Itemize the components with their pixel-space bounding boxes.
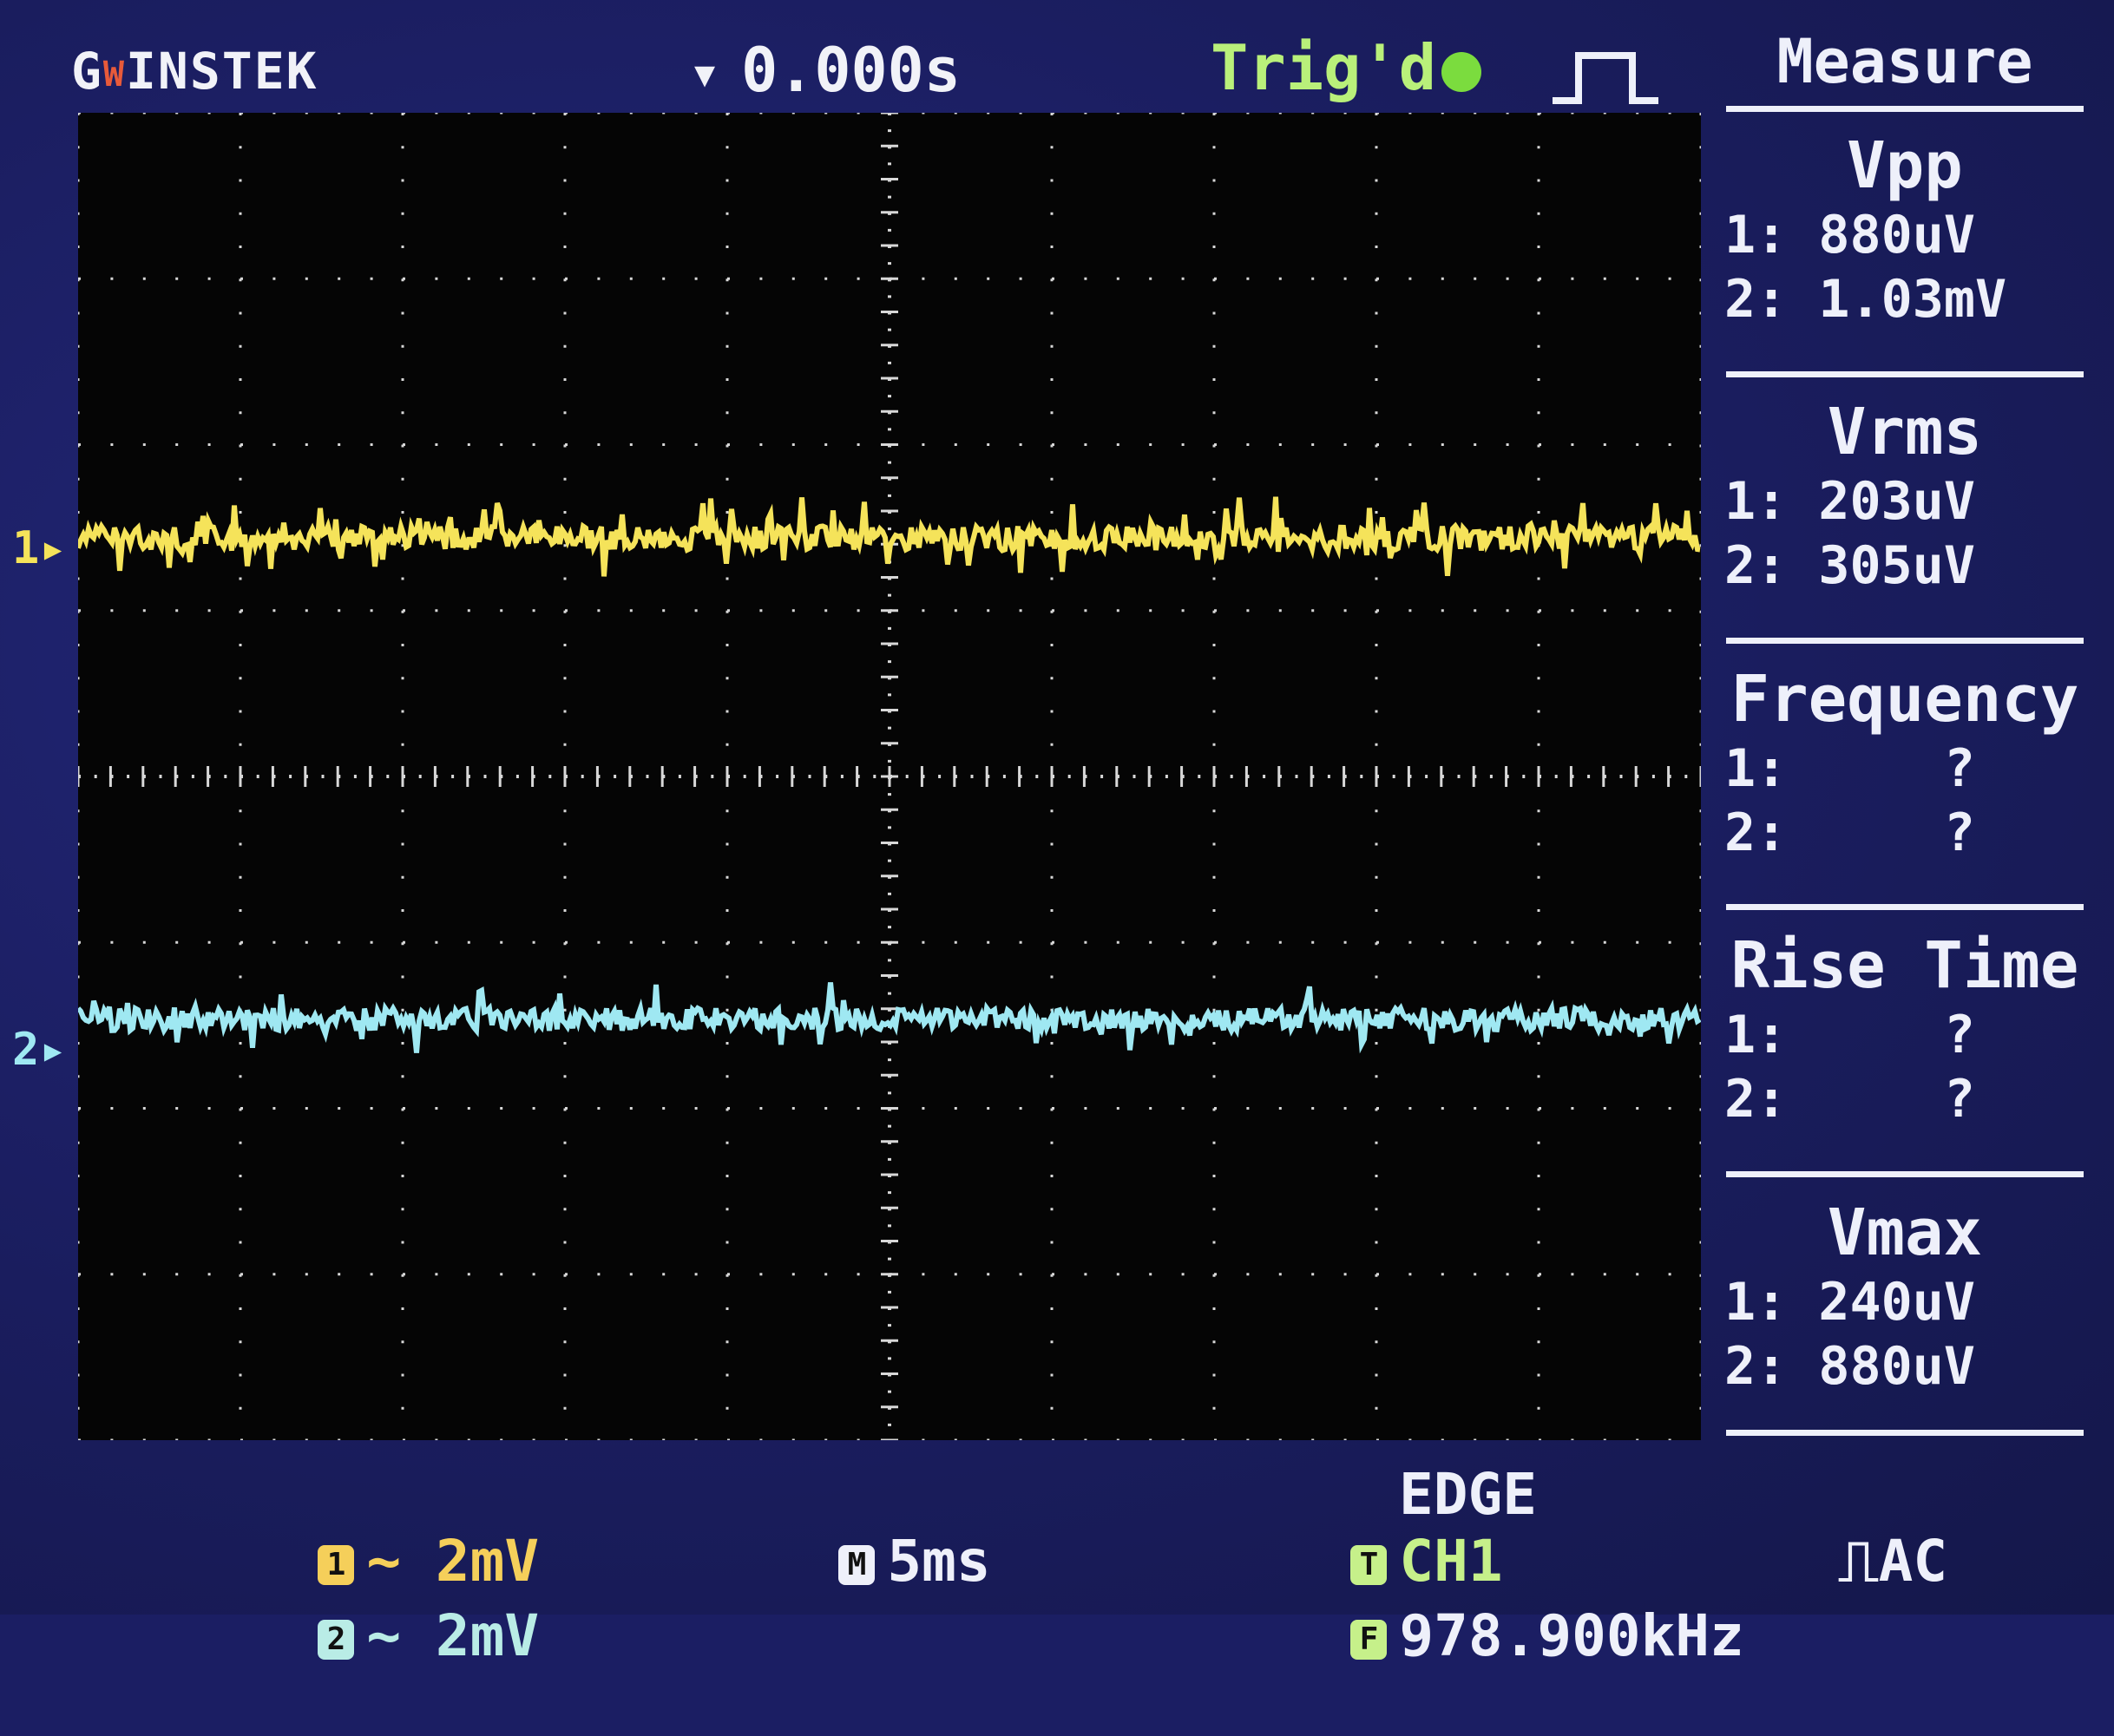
measure-item-vpp[interactable]: Vpp 1: 880uV 2: 1.03mV [1723,128,2087,331]
timebase-readout: M 5ms [632,1461,991,1661]
trigger-type-readout: EDGE [1399,1461,1537,1528]
trigger-frequency-readout: F 978.900kHz [1144,1536,1744,1736]
ch2-ground-marker[interactable]: 2▸ [12,1024,67,1076]
measure-ch1-value: 1: 240uV [1724,1272,1975,1333]
measure-name: Rise Time [1730,928,2079,1003]
measure-ch1-value: 1: 880uV [1724,205,1975,265]
measure-name: Vrms [1827,395,1983,469]
bottom-status-bar: 1 ~ 2mV 2 ~ 2mV M 5ms T CH1 EDGE ⎍AC F 978.90… [0,1449,2114,1669]
measure-item-vmax[interactable]: Vmax 1: 240uV 2: 880uV [1723,1196,2087,1399]
ch1-waveform [78,496,1701,577]
ch2-badge-icon: 2 [318,1619,355,1660]
top-status-bar: GWINSTEK ▼ 0.000s Trig'd [0,0,1718,113]
frequency-badge-icon: F [1350,1619,1388,1660]
divider [1726,904,2084,910]
measure-ch2-value: 2: 880uV [1724,1336,1975,1397]
measure-ch2-value: 2: 1.03mV [1724,269,2007,330]
trigger-position-icon: ▼ [694,54,716,95]
ch2-scale-readout: 2 ~ 2mV [111,1536,539,1736]
measure-title: Measure [1776,26,2033,97]
waveforms [78,496,1701,1054]
measure-item-frequency[interactable]: Frequency 1: ? 2: ? [1723,662,2087,865]
measure-item-rise-time[interactable]: Rise Time 1: ? 2: ? [1723,928,2087,1131]
measure-ch1-value: 1: 203uV [1724,471,1975,532]
measure-ch1-value: 1: ? [1724,1005,1975,1065]
divider [1726,638,2084,644]
measure-name: Frequency [1730,662,2079,737]
measure-item-vrms[interactable]: Vrms 1: 203uV 2: 305uV [1723,395,2087,598]
ch2-waveform [78,982,1701,1054]
measure-ch1-value: 1: ? [1724,738,1975,799]
divider [1726,106,2084,112]
measure-ch2-value: 2: ? [1724,802,1975,863]
waveform-display [78,113,1701,1440]
measure-name: Vmax [1827,1196,1983,1270]
rising-edge-icon: ⎍ [1838,1528,1879,1595]
divider [1726,1430,2084,1436]
measure-panel: Measure Vpp 1: 880uV 2: 1.03mV Vrms 1: 2… [1723,26,2087,1449]
brand-mark-icon: W [102,54,127,95]
measure-ch2-value: 2: ? [1724,1069,1975,1130]
oscilloscope-screen: GWINSTEK ▼ 0.000s Trig'd 1▸ 2▸ Measure Vp… [0,0,2114,1669]
pulse-waveform-icon [1553,52,1658,104]
brand-logo: GWINSTEK [71,42,318,101]
divider [1726,371,2084,377]
trigger-status-led-icon [1441,52,1482,93]
trigger-status: Trig'd [1211,31,1482,104]
horizontal-position-readout: ▼ 0.000s [694,35,961,106]
ch1-ground-marker[interactable]: 1▸ [12,522,67,574]
timebase-badge-icon: M [838,1544,876,1585]
measure-name: Vpp [1847,128,1963,203]
measure-ch2-value: 2: 305uV [1724,535,1975,596]
divider [1726,1171,2084,1177]
